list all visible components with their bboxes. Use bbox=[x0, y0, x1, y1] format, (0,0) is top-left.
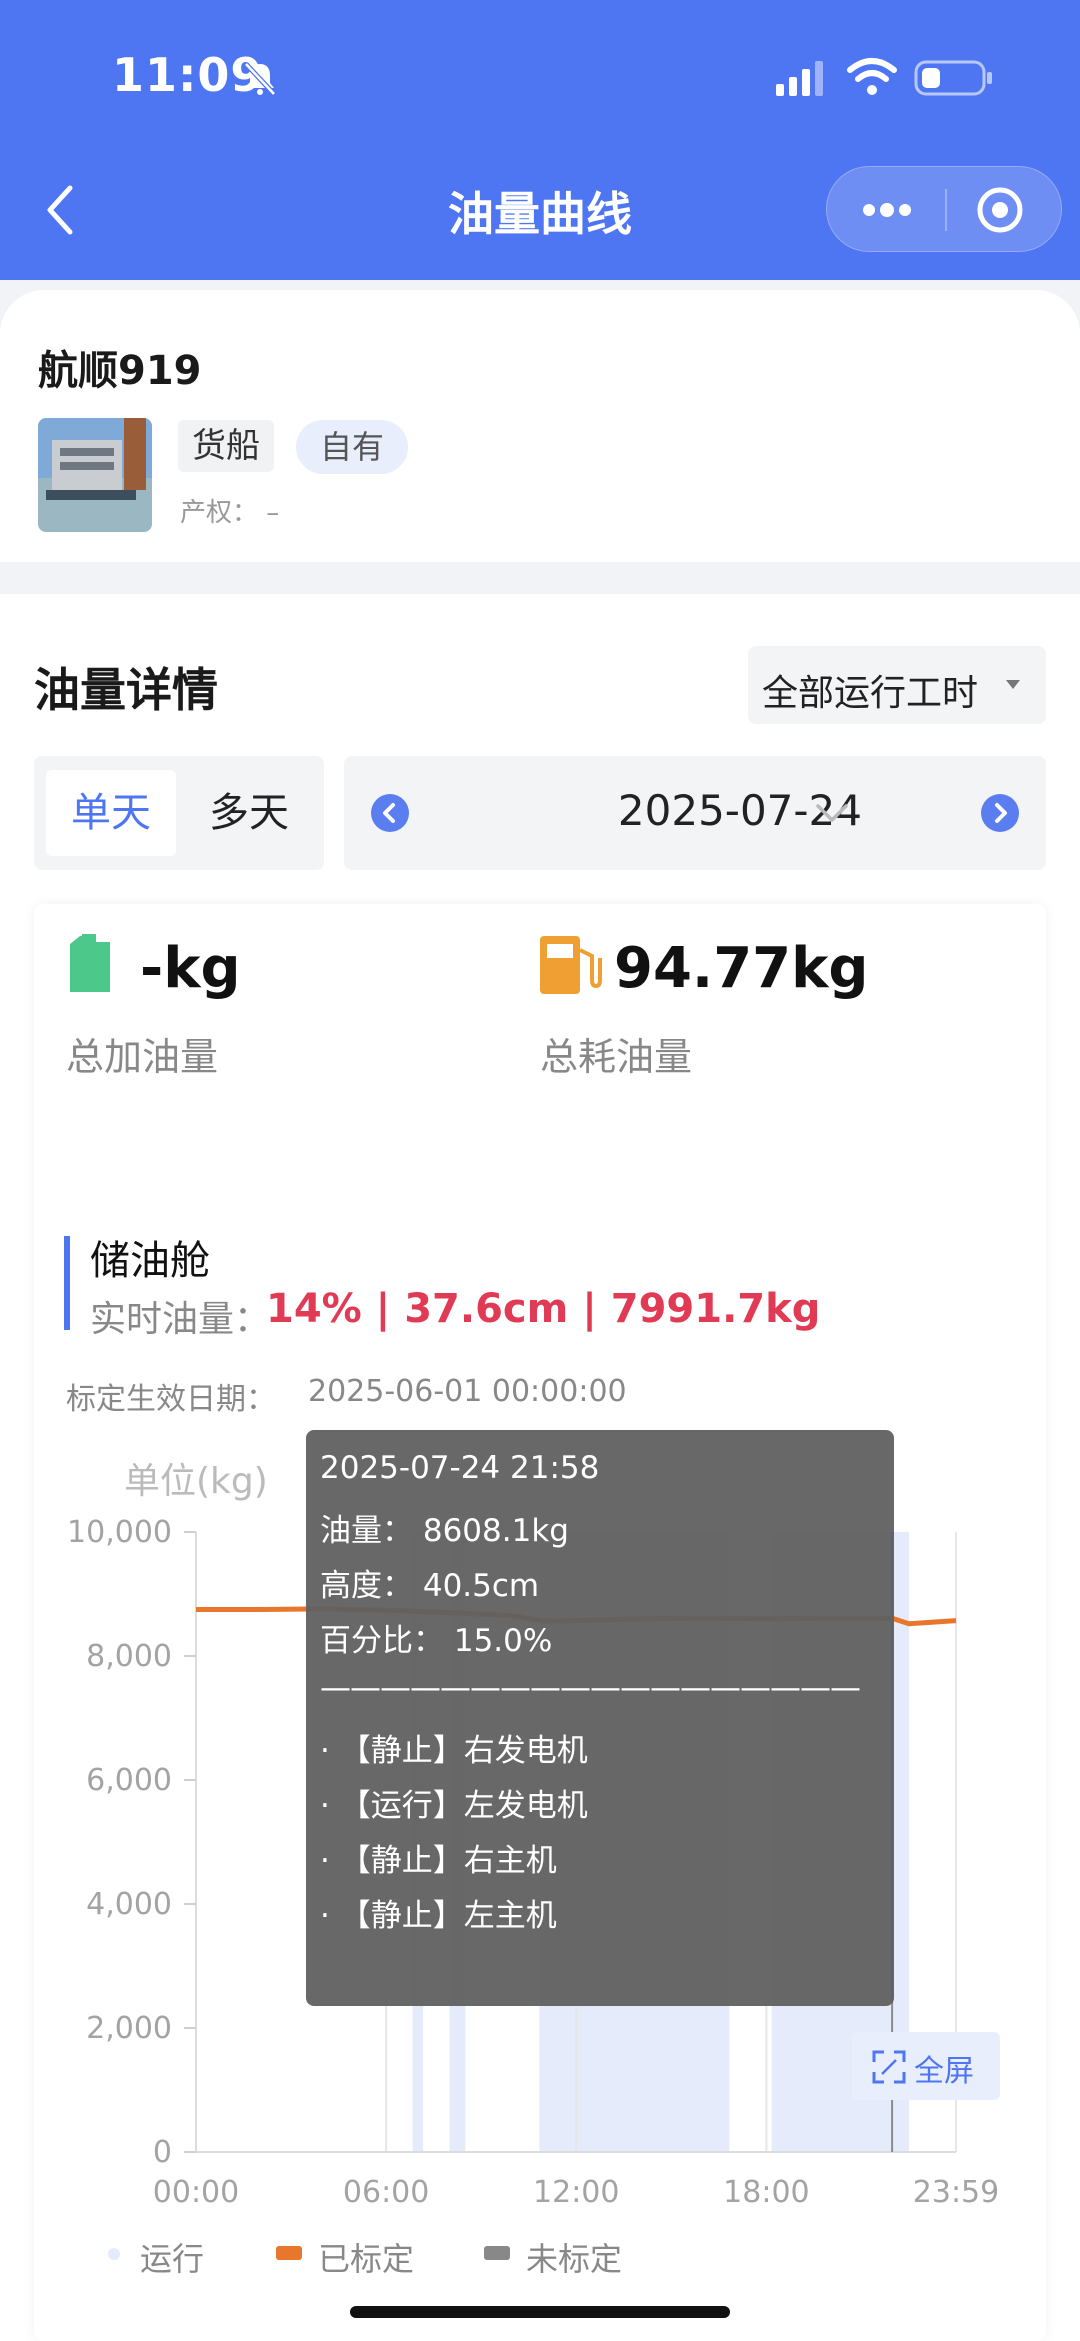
tank-name: 储油舱 bbox=[90, 1238, 210, 1284]
chart-unit-label: 单位(kg) bbox=[124, 1461, 268, 1502]
legend-uncalibrated-swatch bbox=[484, 2246, 510, 2260]
chart-legend: 运行 已标定 未标定 bbox=[0, 2228, 1080, 2278]
legend-calibrated-label: 已标定 bbox=[318, 2240, 415, 2278]
more-icon[interactable] bbox=[857, 193, 917, 227]
ownership-label: 产权： bbox=[180, 498, 259, 528]
ship-owner-tag: 自有 bbox=[296, 420, 409, 474]
legend-running-swatch bbox=[108, 2248, 120, 2260]
tooltip-item: · 【静止】左主机 bbox=[320, 1898, 557, 1934]
ship-name: 航顺919 bbox=[38, 348, 202, 394]
realtime-oil-value: 14% | 37.6cm | 7991.7kg bbox=[266, 1286, 821, 1332]
runtime-filter-dropdown[interactable]: 全部运行工时 bbox=[748, 646, 1046, 724]
tooltip-item: · 【静止】右发电机 bbox=[320, 1733, 588, 1769]
status-bar: 11:09 bbox=[0, 0, 1080, 140]
capsule-divider bbox=[945, 189, 947, 231]
total-consumption-label: 总耗油量 bbox=[540, 1035, 693, 1079]
tooltip-item: · 【静止】右主机 bbox=[320, 1843, 557, 1879]
total-refuel-value: -kg bbox=[140, 936, 241, 1001]
tab-multi-day[interactable]: 多天 bbox=[184, 770, 314, 856]
fullscreen-icon bbox=[872, 2050, 906, 2084]
tooltip-height: 高度： 40.5cm bbox=[320, 1568, 540, 1604]
runtime-filter-label: 全部运行工时 bbox=[762, 673, 979, 714]
tooltip-oil: 油量： 8608.1kg bbox=[320, 1513, 569, 1549]
home-indicator bbox=[350, 2306, 730, 2318]
oil-section-title: 油量详情 bbox=[34, 663, 218, 717]
ownership-value: – bbox=[266, 498, 280, 528]
ship-type-tag: 货船 bbox=[178, 420, 274, 472]
calibration-date-value: 2025-06-01 00:00:00 bbox=[308, 1374, 627, 1409]
ownership-row: 产权： – bbox=[180, 492, 279, 529]
fuel-can-icon bbox=[70, 934, 110, 992]
day-range-toggle: 单天 多天 bbox=[34, 756, 324, 870]
fullscreen-label: 全屏 bbox=[914, 2054, 974, 2089]
tab-single-day[interactable]: 单天 bbox=[46, 770, 176, 856]
legend-calibrated-swatch bbox=[276, 2246, 302, 2260]
tank-accent-bar bbox=[64, 1236, 70, 1330]
tooltip-divider: —————————————————— bbox=[320, 1670, 861, 1706]
wifi-icon bbox=[847, 58, 897, 95]
ship-card bbox=[0, 290, 1080, 562]
date-picker: 2025-07-24 bbox=[344, 756, 1046, 870]
tooltip-time: 2025-07-24 21:58 bbox=[320, 1450, 600, 1486]
realtime-oil-label: 实时油量： bbox=[90, 1299, 271, 1340]
tooltip-percent: 百分比： 15.0% bbox=[320, 1623, 553, 1659]
tooltip-item: · 【运行】左发电机 bbox=[320, 1788, 588, 1824]
bell-muted-icon bbox=[244, 62, 276, 96]
chevron-down-icon[interactable] bbox=[814, 802, 850, 824]
close-target-icon[interactable] bbox=[975, 185, 1025, 235]
legend-uncalibrated-label: 未标定 bbox=[526, 2240, 623, 2278]
miniprogram-capsule bbox=[826, 166, 1062, 252]
caret-down-icon bbox=[1006, 680, 1020, 689]
calibration-date-label: 标定生效日期： bbox=[66, 1382, 276, 1417]
fuel-pump-icon bbox=[540, 936, 602, 994]
legend-running-label: 运行 bbox=[140, 2240, 205, 2278]
chart-tooltip: 2025-07-24 21:58 油量： 8608.1kg 高度： 40.5cm… bbox=[306, 1430, 894, 2006]
total-consumption-value: 94.77kg bbox=[614, 936, 869, 1001]
battery-icon bbox=[914, 60, 992, 96]
fullscreen-button[interactable]: 全屏 bbox=[852, 2032, 1000, 2100]
next-date-icon[interactable] bbox=[980, 793, 1020, 833]
ship-photo bbox=[38, 418, 152, 532]
total-refuel-label: 总加油量 bbox=[66, 1035, 219, 1079]
selected-date[interactable]: 2025-07-24 bbox=[344, 786, 978, 835]
signal-icon bbox=[776, 61, 823, 96]
